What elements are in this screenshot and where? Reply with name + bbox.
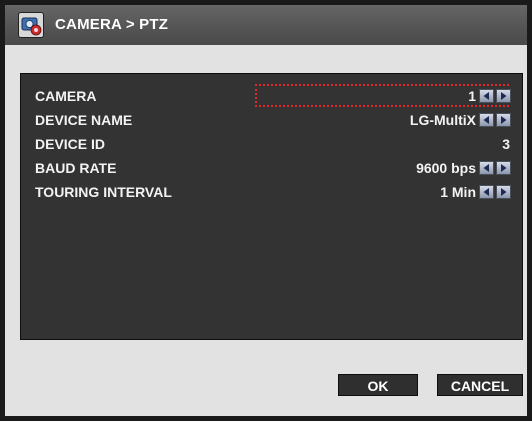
arrow-right-icon[interactable]	[496, 161, 511, 175]
setting-label: DEVICE ID	[35, 136, 106, 152]
cancel-button[interactable]: CANCEL	[437, 374, 523, 396]
setting-value: 3	[502, 136, 510, 152]
value-arrows	[479, 161, 513, 175]
arrow-left-icon[interactable]	[479, 161, 494, 175]
setting-label: CAMERA	[35, 88, 97, 104]
arrow-right-icon[interactable]	[496, 89, 511, 103]
arrow-right-icon[interactable]	[496, 113, 511, 127]
arrow-left-icon[interactable]	[479, 89, 494, 103]
setting-row-touring-interval[interactable]: TOURING INTERVAL 1 Min	[35, 183, 515, 203]
setting-row-camera[interactable]: CAMERA 1	[35, 87, 515, 107]
value-arrows	[479, 185, 513, 199]
setting-row-device-id: DEVICE ID 3	[35, 135, 515, 155]
window-title: CAMERA > PTZ	[55, 16, 169, 33]
settings-panel: CAMERA 1 DEVICE NAME LG-MultiX DEVICE ID…	[20, 73, 523, 340]
value-arrows	[479, 89, 513, 103]
setting-row-baud-rate[interactable]: BAUD RATE 9600 bps	[35, 159, 515, 179]
arrow-left-icon[interactable]	[479, 185, 494, 199]
setting-label: DEVICE NAME	[35, 112, 133, 128]
setting-label: BAUD RATE	[35, 160, 117, 176]
arrow-right-icon[interactable]	[496, 185, 511, 199]
value-arrows	[479, 113, 513, 127]
setting-value: 1	[468, 88, 476, 104]
ptz-settings-window: CAMERA > PTZ CAMERA 1 DEVICE NAME LG-Mul…	[5, 5, 527, 416]
setting-value: 1 Min	[440, 184, 476, 200]
title-bar: CAMERA > PTZ	[5, 5, 527, 45]
camera-settings-icon	[18, 12, 44, 38]
ok-button[interactable]: OK	[338, 374, 418, 396]
setting-value: LG-MultiX	[409, 112, 476, 128]
setting-value: 9600 bps	[416, 160, 476, 176]
arrow-left-icon[interactable]	[479, 113, 494, 127]
setting-row-device-name[interactable]: DEVICE NAME LG-MultiX	[35, 111, 515, 131]
setting-label: TOURING INTERVAL	[35, 184, 172, 200]
